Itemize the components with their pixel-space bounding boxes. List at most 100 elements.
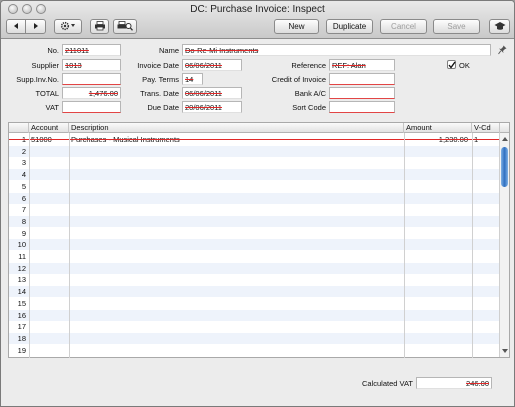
cell-description[interactable]	[71, 169, 401, 180]
table-row[interactable]: 12	[9, 262, 500, 274]
cell-vcd[interactable]	[474, 333, 498, 344]
invoice-date-field[interactable]: 06/06/2011	[182, 59, 242, 71]
cell-account[interactable]	[31, 263, 68, 274]
supplier-name-field[interactable]: Do-Re-Mi Instruments	[182, 44, 491, 56]
cell-vcd[interactable]	[474, 251, 498, 262]
cell-account[interactable]	[31, 333, 68, 344]
cell-description[interactable]	[71, 204, 401, 215]
cell-account[interactable]	[31, 181, 68, 192]
cell-account[interactable]	[31, 228, 68, 239]
cell-amount[interactable]	[406, 310, 468, 321]
cell-description[interactable]	[71, 251, 401, 262]
cell-account[interactable]	[31, 310, 68, 321]
scrollbar-thumb[interactable]	[501, 147, 508, 187]
invoice-rows-grid[interactable]: Account Description Amount V-Cd 151000Pu…	[8, 122, 510, 358]
supplier-invoice-number-field[interactable]	[62, 73, 121, 85]
table-row[interactable]: 3	[9, 157, 500, 168]
cell-amount[interactable]	[406, 286, 468, 297]
cancel-button[interactable]: Cancel	[380, 19, 427, 34]
table-row[interactable]: 9	[9, 228, 500, 239]
cell-account[interactable]	[31, 286, 68, 297]
credit-of-invoice-field[interactable]	[329, 73, 395, 85]
pin-icon[interactable]	[498, 45, 507, 55]
cell-description[interactable]	[71, 333, 401, 344]
cell-account[interactable]	[31, 169, 68, 180]
cell-account[interactable]	[31, 204, 68, 215]
cell-account[interactable]	[31, 345, 68, 356]
cell-vcd[interactable]	[474, 169, 498, 180]
table-row[interactable]: 7	[9, 204, 500, 215]
cell-account[interactable]	[31, 193, 68, 204]
cell-vcd[interactable]	[474, 286, 498, 297]
due-date-field[interactable]: 20/06/2011	[182, 101, 242, 113]
cell-amount[interactable]	[406, 251, 468, 262]
bank-account-field[interactable]	[329, 87, 395, 99]
cell-vcd[interactable]	[474, 263, 498, 274]
cell-description[interactable]	[71, 216, 401, 227]
cell-vcd[interactable]	[474, 298, 498, 309]
table-row[interactable]: 15	[9, 298, 500, 309]
cell-description[interactable]	[71, 274, 401, 285]
transaction-date-field[interactable]: 06/06/2011	[182, 87, 242, 99]
table-row[interactable]: 10	[9, 239, 500, 251]
table-row[interactable]: 14	[9, 286, 500, 298]
table-row[interactable]: 5	[9, 181, 500, 192]
grid-header-account[interactable]: Account	[29, 123, 69, 133]
cell-vcd[interactable]	[474, 193, 498, 204]
cell-amount[interactable]	[406, 239, 468, 250]
supplier-field[interactable]: 1013	[62, 59, 121, 71]
cell-vcd[interactable]	[474, 204, 498, 215]
table-row[interactable]: 16	[9, 309, 500, 321]
duplicate-button[interactable]: Duplicate	[326, 19, 373, 34]
cell-amount[interactable]	[406, 216, 468, 227]
cell-amount[interactable]	[406, 333, 468, 344]
cell-description[interactable]	[71, 239, 401, 250]
table-row[interactable]: 6	[9, 192, 500, 204]
table-row[interactable]: 17	[9, 321, 500, 332]
cell-vcd[interactable]	[474, 216, 498, 227]
cell-description[interactable]	[71, 193, 401, 204]
cell-vcd[interactable]	[474, 228, 498, 239]
print-button[interactable]	[90, 19, 109, 34]
cell-description[interactable]	[71, 146, 401, 157]
cell-amount[interactable]	[406, 298, 468, 309]
cell-amount[interactable]	[406, 263, 468, 274]
help-button[interactable]	[489, 19, 510, 34]
scroll-up-icon[interactable]	[501, 136, 509, 142]
cell-vcd[interactable]	[474, 239, 498, 250]
new-button[interactable]: New	[274, 19, 319, 34]
cell-account[interactable]	[31, 146, 68, 157]
cell-amount[interactable]	[406, 321, 468, 332]
table-row[interactable]: 11	[9, 251, 500, 262]
next-record-button[interactable]	[26, 20, 45, 33]
cell-description[interactable]	[71, 157, 401, 168]
cell-account[interactable]	[31, 321, 68, 332]
cell-amount[interactable]	[406, 274, 468, 285]
cell-account[interactable]	[31, 298, 68, 309]
cell-vcd[interactable]	[474, 274, 498, 285]
cell-amount[interactable]	[406, 169, 468, 180]
grid-header-amount[interactable]: Amount	[404, 123, 472, 133]
table-row[interactable]: 4	[9, 169, 500, 181]
cell-vcd[interactable]	[474, 181, 498, 192]
operations-menu-button[interactable]	[54, 19, 82, 34]
cell-amount[interactable]	[406, 146, 468, 157]
scroll-down-icon[interactable]	[501, 348, 509, 354]
cell-description[interactable]	[71, 181, 401, 192]
cell-description[interactable]	[71, 298, 401, 309]
cell-account[interactable]	[31, 157, 68, 168]
cell-amount[interactable]	[406, 193, 468, 204]
cell-description[interactable]	[71, 345, 401, 356]
cell-amount[interactable]	[406, 204, 468, 215]
ok-checkbox[interactable]	[447, 60, 456, 69]
previous-record-button[interactable]	[7, 20, 26, 33]
cell-description[interactable]	[71, 263, 401, 274]
grid-header-description[interactable]: Description	[69, 123, 404, 133]
table-row[interactable]: 8	[9, 215, 500, 227]
cell-description[interactable]	[71, 321, 401, 332]
cell-description[interactable]	[71, 228, 401, 239]
cell-description[interactable]	[71, 286, 401, 297]
cell-account[interactable]	[31, 251, 68, 262]
cell-vcd[interactable]	[474, 146, 498, 157]
cell-description[interactable]	[71, 310, 401, 321]
